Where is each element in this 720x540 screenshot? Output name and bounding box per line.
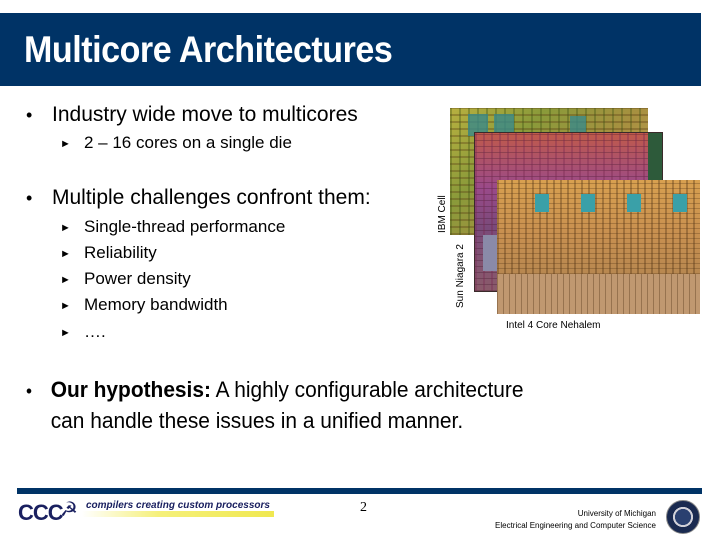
- sun-niagara-label: Sun Niagara 2: [455, 244, 466, 308]
- sub-bullet-text: 2 – 16 cores on a single die: [84, 133, 292, 152]
- arrow-bullet-icon: ►: [60, 138, 71, 150]
- die-core: [581, 194, 595, 212]
- arrow-bullet-icon: ►: [60, 222, 71, 234]
- sub-bullet-text: ….: [84, 322, 106, 341]
- intel-nehalem-label: Intel 4 Core Nehalem: [506, 320, 601, 331]
- sub-bullet-power: ► Power density: [60, 269, 191, 289]
- ccc-tagline: compilers creating custom processors: [82, 500, 274, 517]
- bullet-industry: • Industry wide move to multicores: [26, 103, 358, 127]
- sub-bullet-single-thread: ► Single-thread performance: [60, 217, 285, 237]
- ibm-cell-label: IBM Cell: [437, 195, 448, 233]
- sub-bullet-text: Single-thread performance: [84, 217, 286, 236]
- page-number: 2: [360, 500, 367, 515]
- die-core: [673, 194, 687, 212]
- university-seal-icon: [666, 500, 700, 534]
- die-core: [627, 194, 641, 212]
- bullet-text: Multiple challenges confront them:: [52, 186, 371, 209]
- die-core: [535, 194, 549, 212]
- die-cache: [497, 274, 700, 314]
- ccc-logo: CCC: [18, 500, 64, 525]
- institution-text: University of Michigan Electrical Engine…: [495, 508, 656, 532]
- footer-bar: [17, 488, 702, 494]
- hypothesis-label: Our hypothesis:: [50, 377, 211, 402]
- sub-bullet-text: Memory bandwidth: [84, 295, 228, 314]
- sub-bullet-reliability: ► Reliability: [60, 243, 157, 263]
- sub-bullet-ellipsis: ► ….: [60, 322, 106, 342]
- sub-bullet-memory: ► Memory bandwidth: [60, 295, 228, 315]
- institution-line1: University of Michigan: [577, 509, 656, 518]
- sub-bullet-cores: ► 2 – 16 cores on a single die: [60, 133, 292, 153]
- institution-line2: Electrical Engineering and Computer Scie…: [495, 521, 656, 530]
- die-block: [570, 116, 586, 132]
- sub-bullet-text: Power density: [84, 269, 191, 288]
- arrow-bullet-icon: ►: [60, 248, 71, 260]
- arrow-bullet-icon: ►: [60, 300, 71, 312]
- title-bar: Multicore Architectures: [0, 13, 701, 86]
- bullet-dot-icon: •: [26, 105, 33, 125]
- arrow-bullet-icon: ►: [60, 274, 71, 286]
- slide-title: Multicore Architectures: [24, 29, 393, 70]
- hypothesis-text-line2: can handle these issues in a unified man…: [50, 408, 464, 433]
- bullet-text: Industry wide move to multicores: [52, 103, 358, 126]
- hypothesis-text-line1: A highly configurable architecture: [210, 377, 524, 402]
- bullet-challenges: • Multiple challenges confront them:: [26, 186, 371, 210]
- sub-bullet-text: Reliability: [84, 243, 157, 262]
- hammer-sickle-icon: ☭: [60, 499, 78, 521]
- intel-nehalem-die-image: [497, 180, 700, 314]
- hypothesis-bullet: • Our hypothesis: A highly configurable a…: [26, 375, 523, 435]
- bullet-dot-icon: •: [26, 188, 33, 208]
- bullet-dot-icon: •: [26, 381, 32, 401]
- arrow-bullet-icon: ►: [60, 327, 71, 339]
